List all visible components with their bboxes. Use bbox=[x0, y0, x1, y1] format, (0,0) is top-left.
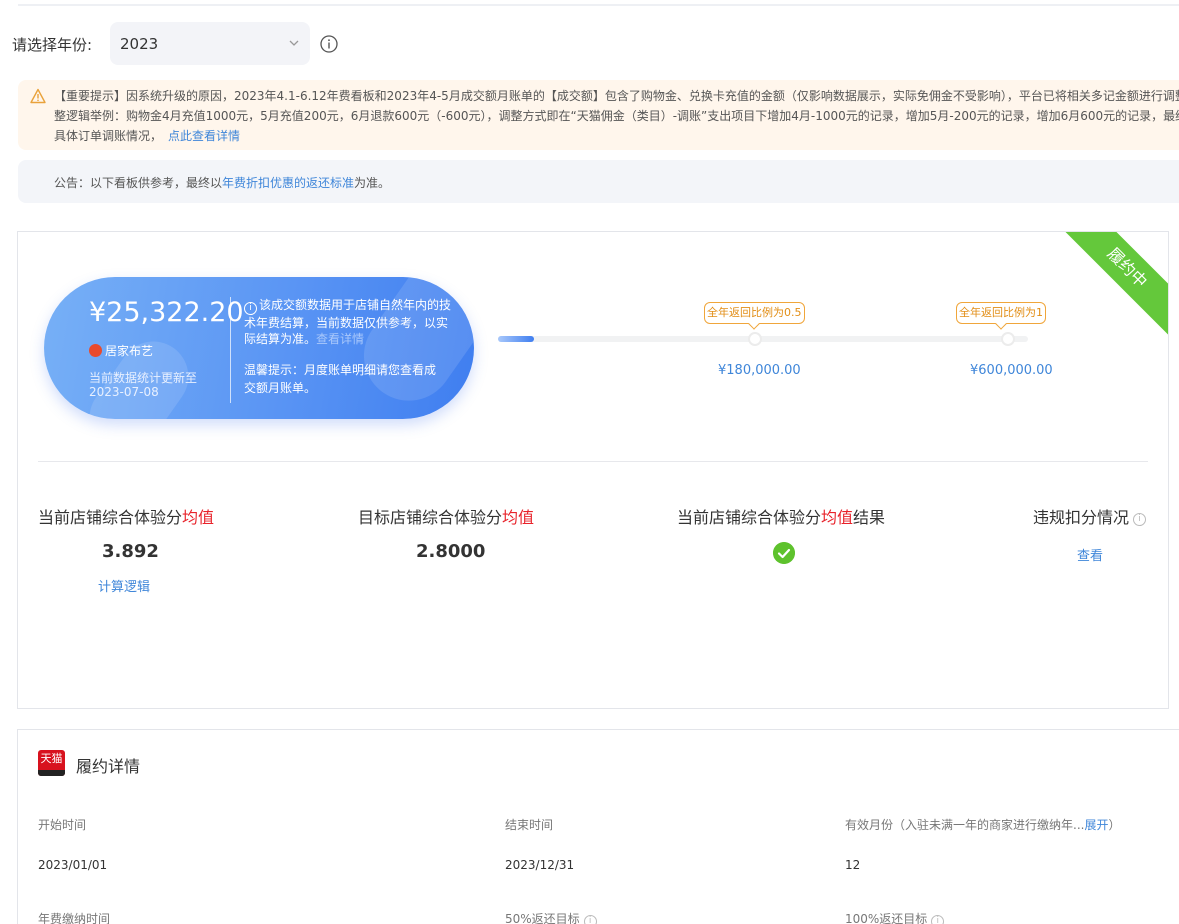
end-time-value: 2023/12/31 bbox=[505, 858, 575, 872]
notice-line-1: 【重要提示】因系统升级的原因，2023年4.1-6.12年费看板和2023年4-… bbox=[54, 89, 1179, 103]
card-divider bbox=[38, 461, 1148, 462]
valid-months-label: 有效月份（入驻未满一年的商家进行缴纳年...展开） bbox=[845, 816, 1120, 833]
target-score-title-highlight: 均值 bbox=[502, 508, 535, 527]
score-result-title: 当前店铺综合体验分均值结果 bbox=[677, 504, 885, 528]
info-icon[interactable]: i bbox=[583, 915, 597, 924]
shop-logo-icon bbox=[89, 344, 102, 357]
details-title: 履约详情 bbox=[76, 757, 141, 776]
announcement-bar: 公告：以下看板供参考，最终以年费折扣优惠的返还标准为准。 bbox=[18, 160, 1179, 203]
target-score-value: 2.8000 bbox=[416, 541, 486, 562]
shop-name: 居家布艺 bbox=[89, 342, 153, 359]
milestone-badge-half: 全年返回比例为0.5 bbox=[704, 302, 805, 324]
start-time-label: 开始时间 bbox=[38, 818, 87, 832]
violation-title: 违规扣分情况 i bbox=[1033, 504, 1147, 528]
current-score-title-text: 当前店铺综合体验分 bbox=[38, 508, 183, 527]
payment-time-label: 年费缴纳时间 bbox=[38, 912, 111, 924]
monthly-bill-reminder: 温馨提示：月度账单明细请您查看成交额月账单。 bbox=[244, 363, 437, 395]
pill-divider bbox=[230, 297, 231, 403]
top-divider bbox=[18, 4, 1179, 6]
turnover-tip-link[interactable]: 查看详情 bbox=[316, 332, 364, 346]
score-result-title-highlight: 均值 bbox=[821, 508, 854, 527]
target-score-title: 目标店铺综合体验分均值 bbox=[358, 504, 534, 528]
milestone-target-half: ¥180,000.00 bbox=[718, 363, 801, 378]
end-time-label: 结束时间 bbox=[505, 818, 554, 832]
current-score-title-highlight: 均值 bbox=[182, 508, 215, 527]
info-icon[interactable] bbox=[320, 35, 338, 53]
milestone-badge-full: 全年返回比例为1 bbox=[956, 302, 1046, 324]
valid-months-label-close: ） bbox=[1108, 818, 1121, 832]
tmall-logo-base bbox=[38, 770, 65, 776]
announcement-prefix: 公告：以下看板供参考，最终以 bbox=[54, 176, 223, 190]
year-select-value: 2023 bbox=[120, 35, 159, 53]
info-icon: i bbox=[244, 302, 257, 315]
fulfillment-details-section: 天猫 履约详情 开始时间 2023/01/01 结束时间 2023/12/31 … bbox=[17, 729, 1179, 924]
target-score-title-text: 目标店铺综合体验分 bbox=[358, 508, 503, 527]
annual-fee-standard-link[interactable]: 年费折扣优惠的返还标准 bbox=[222, 176, 354, 190]
check-icon bbox=[773, 542, 795, 564]
calculation-logic-link[interactable]: 计算逻辑 bbox=[98, 576, 150, 595]
notice-line-3-text: 具体订单调账情况， bbox=[54, 129, 163, 143]
update-label: 当前数据统计更新至 bbox=[89, 371, 198, 385]
target-50-label-text: 50%返还目标 bbox=[505, 912, 580, 924]
notice-line-2: 整逻辑举例：购物金4月充值1000元，5月充值200元，6月退款600元（-60… bbox=[54, 109, 1179, 123]
milestone-node-half bbox=[748, 332, 762, 346]
score-result-title-suffix: 结果 bbox=[853, 508, 886, 527]
tmall-logo-text: 天猫 bbox=[40, 752, 63, 765]
view-violation-link[interactable]: 查看 bbox=[1077, 545, 1103, 564]
target-100-label: 100%返还目标 i bbox=[845, 910, 945, 924]
target-50-label: 50%返还目标 i bbox=[505, 910, 597, 924]
violation-title-text: 违规扣分情况 bbox=[1033, 508, 1130, 527]
start-time-value: 2023/01/01 bbox=[38, 858, 108, 872]
info-icon[interactable]: i bbox=[931, 915, 945, 924]
turnover-tip: i 该成交额数据用于店铺自然年内的技术年费结算，当前数据仅供参考，以实际结算为准。… bbox=[244, 297, 454, 347]
update-date: 2023-07-08 bbox=[89, 385, 159, 399]
tmall-logo-icon: 天猫 bbox=[38, 750, 65, 776]
announcement-text: 公告：以下看板供参考，最终以年费折扣优惠的返还标准为准。 bbox=[54, 174, 390, 191]
current-score-title: 当前店铺综合体验分均值 bbox=[38, 504, 214, 528]
milestone-node-full bbox=[1001, 332, 1015, 346]
expand-link[interactable]: 展开 bbox=[1084, 818, 1108, 832]
milestone-target-full: ¥600,000.00 bbox=[970, 363, 1053, 378]
score-result-title-text: 当前店铺综合体验分 bbox=[677, 508, 822, 527]
info-icon[interactable]: i bbox=[1133, 513, 1147, 526]
notice-details-link[interactable]: 点此查看详情 bbox=[168, 129, 240, 143]
year-selector-row: 请选择年份: 2023 bbox=[0, 22, 400, 66]
warning-icon bbox=[30, 88, 46, 104]
status-ribbon: 履约中 bbox=[1047, 232, 1168, 348]
turnover-amount: ¥25,322.20 bbox=[89, 297, 244, 328]
valid-months-value: 12 bbox=[845, 858, 861, 872]
year-label: 请选择年份: bbox=[12, 36, 93, 54]
chevron-down-icon bbox=[289, 40, 299, 46]
progress-fill bbox=[498, 336, 534, 342]
year-select[interactable]: 2023 bbox=[110, 22, 310, 65]
shop-name-text: 居家布艺 bbox=[105, 344, 154, 358]
notice-line-3: 具体订单调账情况， 点此查看详情 bbox=[54, 127, 240, 144]
progress-track bbox=[498, 336, 1028, 342]
turnover-summary-pill: ¥25,322.20 居家布艺 当前数据统计更新至 2023-07-08 i 该成… bbox=[44, 277, 474, 419]
important-notice: 【重要提示】因系统升级的原因，2023年4.1-6.12年费看板和2023年4-… bbox=[18, 80, 1179, 150]
valid-months-label-text: 有效月份（入驻未满一年的商家进行缴纳年... bbox=[845, 818, 1085, 832]
announcement-suffix: 为准。 bbox=[354, 176, 391, 190]
current-score-value: 3.892 bbox=[102, 541, 159, 562]
annual-fee-card: 履约中 ¥25,322.20 居家布艺 当前数据统计更新至 2023-07-08… bbox=[17, 231, 1169, 709]
target-100-label-text: 100%返还目标 bbox=[845, 912, 928, 924]
